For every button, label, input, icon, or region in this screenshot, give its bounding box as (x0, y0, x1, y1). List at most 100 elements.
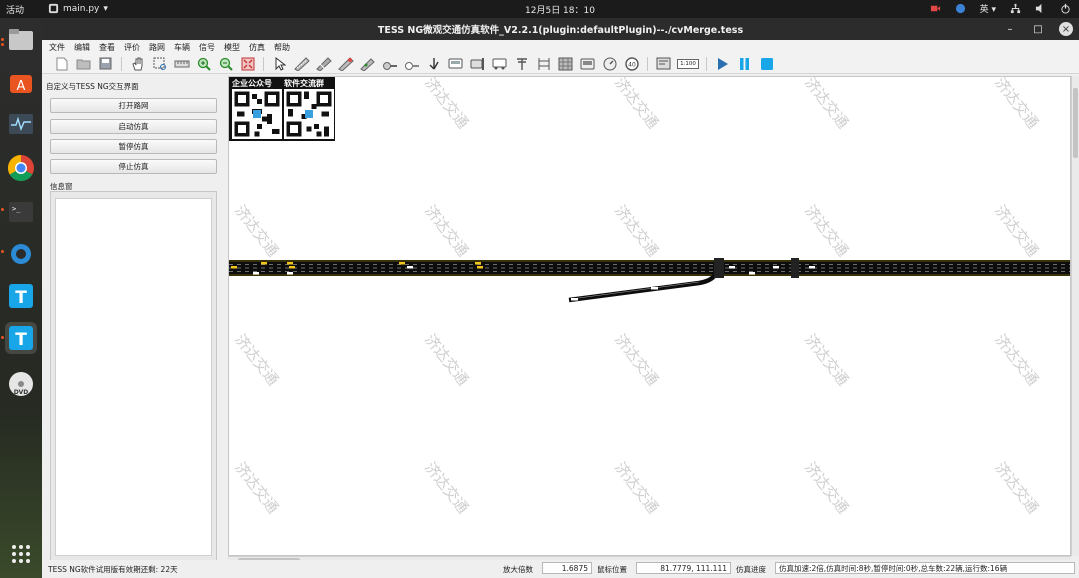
vehicle[interactable] (287, 262, 293, 265)
bus-station-icon[interactable] (468, 56, 487, 72)
speed-limit-icon[interactable]: 40 (622, 56, 641, 72)
stop-icon[interactable] (757, 56, 776, 72)
menu-edit[interactable]: 编辑 (74, 42, 90, 53)
svg-text:T: T (15, 330, 27, 350)
toolbar-separator (121, 56, 122, 71)
menu-help[interactable]: 帮助 (274, 42, 290, 53)
pause-simulation-button[interactable]: 暂停仿真 (50, 139, 217, 154)
pan-hand-icon[interactable] (128, 56, 147, 72)
network-canvas[interactable]: 济达交通 济达交通 济达交通 济达交通 济达交通 济达交通 济达交通 济达交通 … (228, 76, 1071, 556)
vehicle[interactable] (261, 262, 267, 265)
dock-pycharm[interactable] (5, 238, 37, 270)
running-indicator (1, 208, 4, 211)
volume-icon[interactable] (1035, 3, 1046, 14)
vehicle[interactable] (407, 266, 413, 269)
lane-edit-icon[interactable] (336, 56, 355, 72)
vehicle[interactable] (287, 272, 293, 275)
dock-files[interactable] (5, 24, 37, 56)
save-icon[interactable] (96, 56, 115, 72)
vehicle[interactable] (571, 298, 578, 301)
dock-system-monitor[interactable] (5, 108, 37, 140)
bus-line-icon[interactable] (446, 56, 465, 72)
conflict-area-icon[interactable] (424, 56, 443, 72)
minimize-button[interactable]: – (1003, 22, 1017, 36)
info-textarea[interactable] (55, 198, 212, 556)
stop-simulation-button[interactable]: 停止仿真 (50, 159, 217, 174)
menu-model[interactable]: 模型 (224, 42, 240, 53)
menu-signal[interactable]: 信号 (199, 42, 215, 53)
vehicle[interactable] (477, 266, 483, 269)
menu-simulation[interactable]: 仿真 (249, 42, 265, 53)
on-ramp[interactable] (568, 273, 717, 303)
speed-gauge-icon[interactable] (600, 56, 619, 72)
vehicle[interactable] (773, 266, 779, 269)
system-monitor-icon (9, 114, 33, 134)
parking-icon[interactable] (578, 56, 597, 72)
screen-record-icon[interactable] (930, 3, 941, 14)
open-network-button[interactable]: 打开路网 (50, 98, 217, 113)
travel-time-icon[interactable] (534, 56, 553, 72)
vehicle[interactable] (253, 272, 259, 275)
activities-button[interactable]: 活动 (6, 3, 24, 16)
menu-evaluate[interactable]: 评价 (124, 42, 140, 53)
menu-view[interactable]: 查看 (99, 42, 115, 53)
menu-file[interactable]: 文件 (49, 42, 65, 53)
play-icon[interactable] (713, 56, 732, 72)
running-indicator (1, 38, 4, 41)
signal-head-icon[interactable] (358, 56, 377, 72)
clock[interactable]: 12月5日 18：10 (490, 3, 630, 16)
power-icon[interactable] (1060, 3, 1071, 14)
fit-view-icon[interactable] (238, 56, 257, 72)
ruler-icon[interactable] (172, 56, 191, 72)
network-icon[interactable] (1010, 3, 1021, 14)
vehicle[interactable] (289, 266, 295, 269)
dock-software[interactable]: A (5, 66, 37, 98)
new-file-icon[interactable] (52, 56, 71, 72)
detector-icon[interactable] (512, 56, 531, 72)
dock-dvd[interactable]: DVD (5, 368, 37, 400)
maximize-button[interactable]: □ (1031, 22, 1045, 36)
vehicle[interactable] (809, 266, 815, 269)
close-button[interactable]: × (1059, 22, 1073, 36)
reduced-speed-icon[interactable] (402, 56, 421, 72)
open-folder-icon[interactable] (74, 56, 93, 72)
queue-counter-icon[interactable] (556, 56, 575, 72)
vehicle[interactable] (399, 262, 405, 265)
zoom-in-icon[interactable] (194, 56, 213, 72)
vehicle[interactable] (749, 272, 755, 275)
vehicle-input-icon[interactable] (490, 56, 509, 72)
menu-network[interactable]: 路网 (149, 42, 165, 53)
dock-tessng[interactable]: T (5, 280, 37, 312)
zoom-region-icon[interactable] (150, 56, 169, 72)
zoom-out-icon[interactable] (216, 56, 235, 72)
pause-icon[interactable] (735, 56, 754, 72)
vertical-scrollbar[interactable] (1071, 76, 1079, 556)
start-simulation-button[interactable]: 启动仿真 (50, 119, 217, 134)
dock-show-apps[interactable] (5, 538, 37, 570)
create-connector-icon[interactable] (314, 56, 333, 72)
app-menu[interactable]: main.py ▾ (48, 3, 108, 14)
create-link-icon[interactable] (292, 56, 311, 72)
menu-bar: 文件 编辑 查看 评价 路网 车辆 信号 模型 仿真 帮助 (42, 40, 1079, 54)
ime-indicator[interactable]: 英 ▾ (980, 2, 996, 15)
decision-point-icon[interactable] (380, 56, 399, 72)
vehicle[interactable] (231, 266, 237, 269)
road-network (229, 258, 1071, 303)
vehicle[interactable] (651, 287, 658, 290)
title-bar[interactable]: TESS NG微观交通仿真软件_V2.2.1(plugin:defaultPlu… (42, 18, 1079, 40)
dvd-icon: DVD (9, 372, 33, 396)
dock-terminal[interactable]: >_ (5, 196, 37, 228)
dock-chrome[interactable] (5, 152, 37, 184)
chrome-icon (7, 154, 34, 182)
select-pointer-icon[interactable] (270, 56, 289, 72)
main-road[interactable] (229, 260, 1071, 276)
vehicle[interactable] (729, 266, 735, 269)
vehicle[interactable] (475, 262, 481, 265)
background-image-icon[interactable] (654, 56, 673, 72)
scale-icon[interactable]: 1:100 (676, 56, 700, 72)
menu-vehicle[interactable]: 车辆 (174, 42, 190, 53)
scrollbar-thumb[interactable] (1073, 88, 1078, 158)
license-status: TESS NG软件试用版有效期还剩: 22天 (48, 565, 178, 574)
dock-tessng-active[interactable]: T (5, 322, 37, 354)
fcitx-icon[interactable] (955, 3, 966, 14)
